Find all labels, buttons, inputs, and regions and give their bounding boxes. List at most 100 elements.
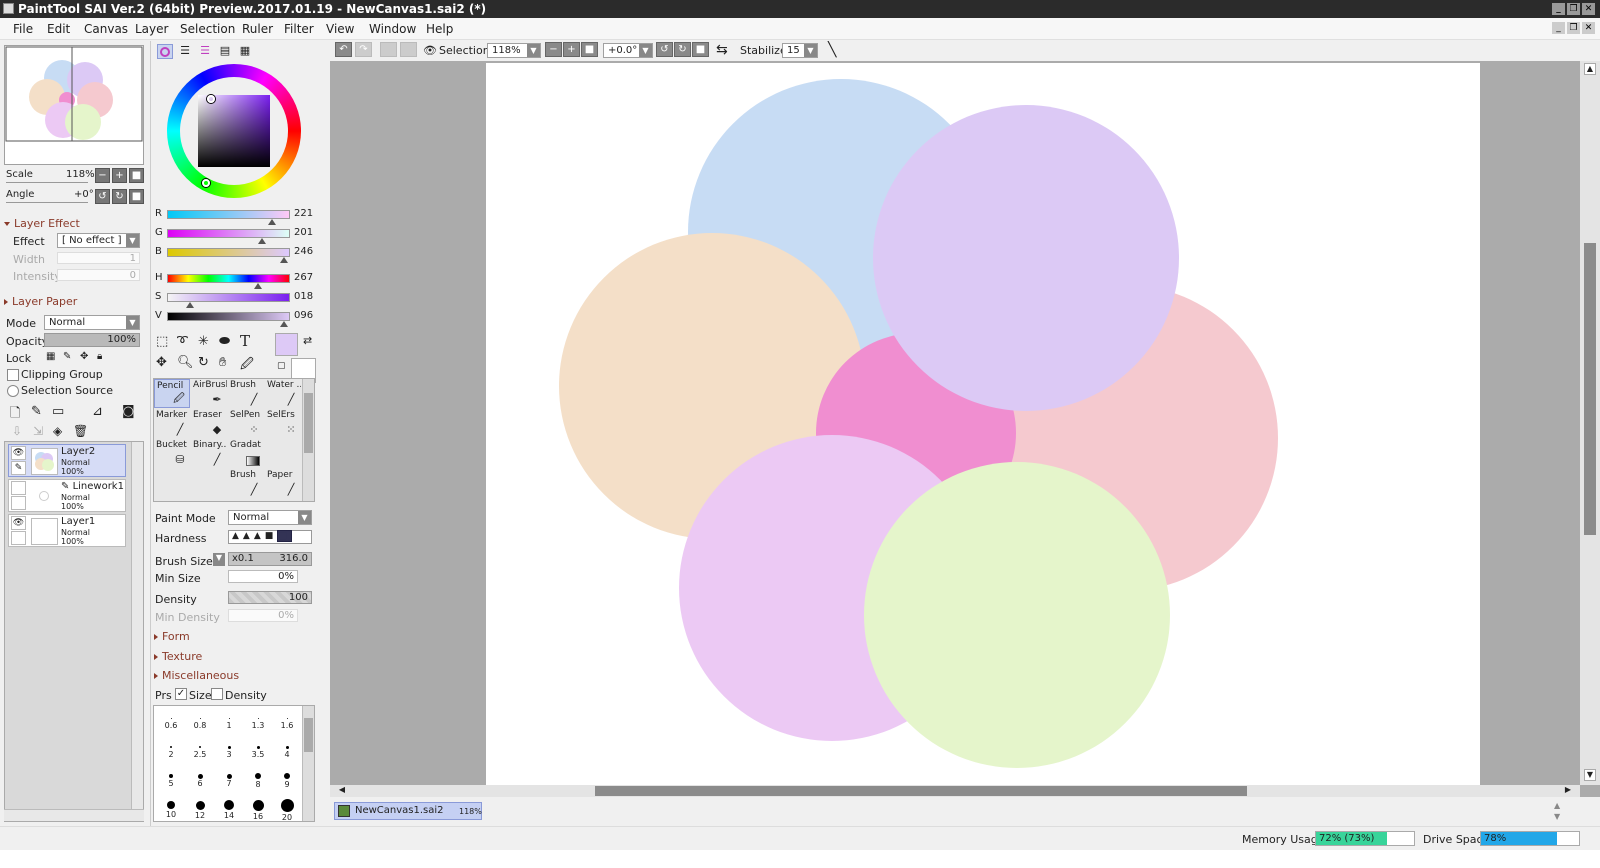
s-slider[interactable] [167, 293, 290, 302]
zoom-out-icon[interactable]: − [95, 168, 110, 183]
tool-binary[interactable]: Binary... ╱ [191, 439, 227, 468]
layer-list-hscrollbar[interactable] [4, 809, 144, 821]
menu-edit[interactable]: Edit [47, 22, 70, 36]
density-slider[interactable]: 100 [228, 591, 312, 604]
h-slider[interactable] [167, 274, 290, 283]
lock-move-icon[interactable]: ✥ [80, 351, 88, 362]
brush-size-preset[interactable]: 16 [243, 795, 273, 824]
zoom-dropdown[interactable]: 118% ▼ [487, 43, 541, 58]
misc-section[interactable]: Miscellaneous [154, 669, 239, 682]
hue-cursor[interactable] [202, 179, 210, 187]
rotate-left-icon[interactable]: ↺ [656, 42, 673, 57]
brush-size-preset[interactable]: 7 [214, 766, 244, 795]
intensity-slider[interactable]: 0 [57, 269, 140, 281]
swap-colors-icon[interactable]: ⇄ [303, 334, 312, 347]
magic-wand-icon[interactable]: ✳︎ [198, 334, 209, 349]
new-linework-icon[interactable]: ✎ [31, 404, 42, 419]
mask-icon[interactable]: ◙ [122, 404, 135, 419]
lock-transparency-icon[interactable]: ▦ [46, 351, 55, 362]
new-folder-icon[interactable]: ▭ [52, 404, 64, 419]
palette-mode-icon[interactable]: ▤ [217, 44, 233, 59]
tool-bucket[interactable]: Bucket ⛁ [154, 439, 190, 468]
brush-size-preset[interactable]: 1.6 [272, 708, 302, 737]
mode-dropdown[interactable]: Normal ▼ [44, 315, 140, 330]
s-thumb[interactable] [186, 302, 194, 308]
text-tool-icon[interactable]: T [240, 332, 250, 350]
shape-icon[interactable]: ⬬ [219, 334, 230, 349]
doc-close-icon[interactable]: ✕ [1582, 22, 1595, 34]
redo-icon[interactable]: ↷ [355, 42, 372, 57]
rotate-left-icon[interactable]: ↺ [95, 189, 110, 204]
canvas-vscrollbar[interactable]: ▲ ▼ [1580, 61, 1600, 785]
brush-size-preset[interactable]: 5 [156, 766, 186, 795]
swatch-mode-icon[interactable]: ▦ [237, 44, 253, 59]
rotate-right-icon[interactable]: ↻ [674, 42, 691, 57]
b-thumb[interactable] [280, 257, 288, 263]
doc-restore-icon[interactable]: ❐ [1567, 22, 1580, 34]
transparent-color-icon[interactable]: ▢ [277, 361, 286, 371]
tool-marker[interactable]: Marker ╱ [154, 409, 190, 438]
hsv-slider-mode-icon[interactable]: ☰ [197, 44, 213, 59]
color-wheel[interactable] [167, 64, 301, 198]
brush-size-preset[interactable]: 1 [214, 708, 244, 737]
layer-row[interactable]: ✎ Linework1 Normal 100% [8, 479, 126, 512]
brush-size-preset[interactable]: 10 [156, 795, 186, 824]
vscroll-thumb[interactable] [1584, 243, 1596, 535]
canvas[interactable] [486, 63, 1480, 785]
menu-canvas[interactable]: Canvas [84, 22, 128, 36]
brush-size-preset[interactable]: 4 [272, 737, 302, 766]
hscroll-thumb[interactable] [595, 786, 1247, 796]
b-slider[interactable] [167, 248, 290, 257]
selection-source-checkbox[interactable] [7, 385, 19, 397]
eyedropper-icon[interactable]: 🖉︎ [240, 355, 254, 377]
brush-size-slider[interactable]: x0.1 316.0 [228, 552, 312, 566]
navigator-preview[interactable] [4, 45, 144, 165]
selection-visibility-icon[interactable]: 👁︎ [423, 44, 437, 57]
tool-grid-scrollbar[interactable] [302, 379, 314, 501]
menu-filter[interactable]: Filter [284, 22, 314, 36]
tool-selpen[interactable]: SelPen ⁘ [228, 409, 264, 438]
lock-all-icon[interactable]: 🔒︎ [97, 351, 102, 362]
paint-mode-dropdown[interactable]: Normal ▼ [228, 510, 312, 525]
v-slider[interactable] [167, 312, 290, 321]
stabilizer-dropdown[interactable]: 15 ▼ [782, 43, 818, 58]
tool-brush-2[interactable]: Brush ╱ [228, 469, 264, 498]
straight-line-icon[interactable]: ╲ [828, 42, 836, 58]
effect-dropdown[interactable]: [ No effect ] ▼ [57, 233, 140, 248]
layer-row[interactable]: 👁︎ Layer1 Normal 100% [8, 514, 126, 547]
zoom-icon[interactable]: 🔍︎ [177, 355, 194, 370]
ruler-icon[interactable]: ⊿ [92, 404, 103, 419]
v-thumb[interactable] [280, 321, 288, 327]
scale-slider[interactable] [6, 182, 88, 183]
doc-minimize-icon[interactable]: _ [1552, 22, 1565, 34]
layer-list-scrollbar[interactable] [131, 442, 143, 821]
delete-layer-icon[interactable]: 🗑︎ [73, 424, 88, 438]
undo-icon[interactable]: ↶ [335, 42, 352, 57]
menu-file[interactable]: File [13, 22, 33, 36]
brush-size-preset[interactable]: 14 [214, 795, 244, 824]
brush-size-preset[interactable]: 3.5 [243, 737, 273, 766]
brush-size-preset[interactable]: 0.6 [156, 708, 186, 737]
menu-layer[interactable]: Layer [135, 22, 168, 36]
menu-view[interactable]: View [326, 22, 354, 36]
min-density-slider[interactable]: 0% [228, 609, 298, 622]
angle-slider[interactable] [6, 202, 88, 203]
brush-size-preset[interactable]: 3 [214, 737, 244, 766]
transfer-icon[interactable]: ⇲ [33, 424, 43, 438]
document-tab[interactable]: NewCanvas1.sai2 118% [334, 802, 482, 820]
zoom-in-icon[interactable]: + [563, 42, 580, 57]
rect-select-icon[interactable]: ⬚ [156, 334, 168, 349]
scroll-right-icon[interactable]: ▶ [1562, 785, 1574, 797]
layer-row[interactable]: 👁︎ ✎ Layer2 Normal 100% [8, 444, 126, 477]
brush-size-preset[interactable]: 9 [272, 766, 302, 795]
deselect-icon[interactable] [380, 42, 397, 57]
clipping-group-checkbox[interactable] [7, 369, 19, 381]
lock-paint-icon[interactable]: ✎ [63, 351, 71, 362]
sv-square[interactable] [198, 95, 270, 167]
tool-pencil[interactable]: Pencil 🖉︎ [154, 379, 190, 408]
merge-down-icon[interactable]: ⇩ [12, 424, 22, 438]
visibility-eye-icon[interactable]: 👁︎ [11, 446, 26, 460]
tool-airbrush[interactable]: AirBrush ✒︎ [191, 379, 227, 408]
opacity-slider[interactable]: 100% [44, 333, 140, 347]
zoom-out-icon[interactable]: − [545, 42, 562, 57]
